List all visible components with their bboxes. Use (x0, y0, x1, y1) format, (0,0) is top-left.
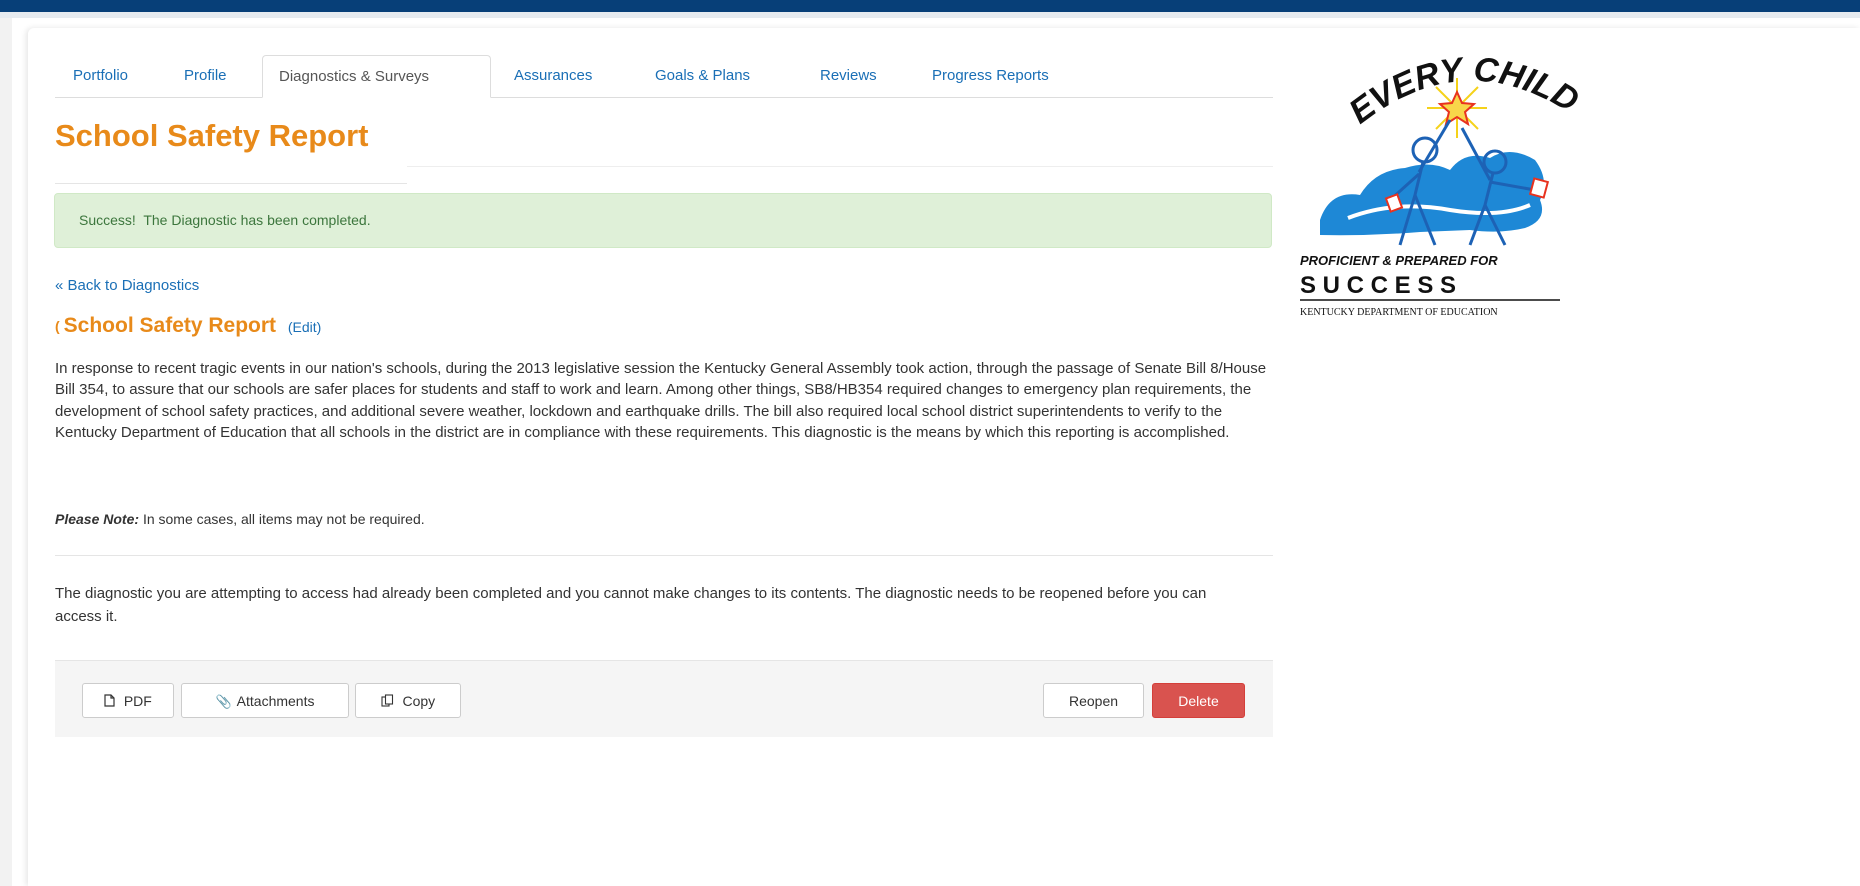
title-underline (55, 183, 407, 184)
diagnostic-description: In response to recent tragic events in o… (55, 360, 1267, 441)
tab-bar: Portfolio Profile Diagnostics & Surveys … (55, 55, 1273, 98)
page-title: School Safety Report (55, 118, 369, 153)
success-alert: Success! The Diagnostic has been complet… (54, 193, 1272, 248)
section-heading: (School Safety Report (Edit) (55, 314, 321, 338)
tab-goals-plans[interactable]: Goals & Plans (655, 55, 750, 97)
action-bar: PDF 📎 Attachments Copy Reopen Delete (55, 660, 1273, 737)
tab-progress-reports[interactable]: Progress Reports (932, 55, 1049, 97)
edit-link[interactable]: (Edit) (288, 319, 321, 335)
every-child-logo: EVERY CHILD PROFICIENT & PREPARED FOR S … (1300, 50, 1585, 318)
please-note: Please Note: In some cases, all items ma… (55, 511, 425, 527)
top-bar-shadow (0, 12, 1860, 18)
section-title: School Safety Report (63, 314, 277, 337)
copy-label: Copy (402, 693, 436, 709)
attachments-label: Attachments (236, 693, 315, 709)
file-icon (104, 694, 119, 709)
content-divider (55, 555, 1273, 556)
logo-line3: KENTUCKY DEPARTMENT OF EDUCATION (1300, 307, 1498, 318)
tab-reviews[interactable]: Reviews (820, 55, 877, 97)
top-bar (0, 0, 1860, 12)
tab-profile[interactable]: Profile (184, 55, 227, 97)
pdf-button[interactable]: PDF (82, 683, 174, 718)
note-label: Please Note: (55, 511, 140, 527)
section-marker: ( (55, 318, 60, 335)
logo-line2: S U C C E S S (1300, 272, 1456, 299)
tab-portfolio[interactable]: Portfolio (73, 55, 128, 97)
back-to-diagnostics-link[interactable]: « Back to Diagnostics (55, 277, 199, 294)
star-icon (1427, 78, 1487, 138)
kentucky-map-icon (1320, 151, 1544, 236)
delete-button[interactable]: Delete (1152, 683, 1245, 718)
pdf-label: PDF (123, 693, 152, 709)
alert-text: The Diagnostic has been completed. (143, 212, 371, 228)
title-divider (407, 166, 1273, 167)
attachments-button[interactable]: 📎 Attachments (181, 683, 349, 718)
paperclip-icon: 📎 (215, 694, 232, 709)
tab-diagnostics-surveys[interactable]: Diagnostics & Surveys (262, 55, 491, 98)
copy-button[interactable]: Copy (355, 683, 461, 718)
alert-strong: Success! (79, 212, 136, 228)
tab-assurances[interactable]: Assurances (514, 55, 592, 97)
copy-icon (381, 694, 398, 709)
locked-message: The diagnostic you are attempting to acc… (55, 585, 1207, 625)
logo-line1: PROFICIENT & PREPARED FOR (1300, 253, 1498, 268)
reopen-button[interactable]: Reopen (1043, 683, 1144, 718)
page-gutter (0, 18, 12, 886)
note-text: In some cases, all items may not be requ… (142, 511, 425, 527)
